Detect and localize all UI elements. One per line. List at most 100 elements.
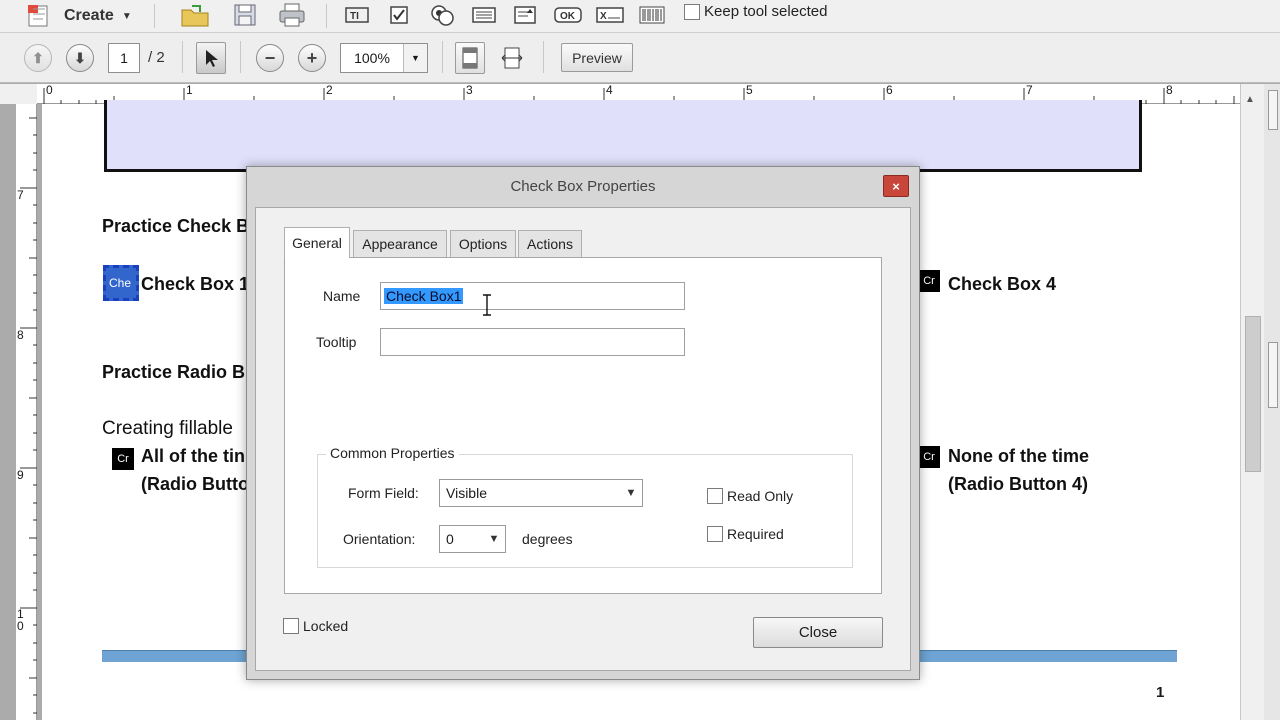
dropdown-tool[interactable] (512, 2, 540, 28)
practice-radio-heading: Practice Radio B (102, 362, 246, 382)
checkbox4-field[interactable]: Cr (918, 270, 940, 292)
tab-options[interactable]: Options (450, 230, 516, 257)
barcode-tool[interactable] (636, 2, 668, 28)
button-tool[interactable]: OK (552, 2, 584, 28)
form-field-select[interactable]: Visible ▼ (439, 479, 643, 507)
tab-label: General (292, 235, 342, 251)
scroll-up-icon[interactable]: ▲ (1245, 94, 1255, 105)
degrees-label: degrees (522, 531, 573, 547)
arrow-down-icon: ⬇ (74, 49, 86, 66)
panel-handle[interactable] (1268, 90, 1278, 130)
select-tool-button[interactable] (196, 42, 226, 74)
toolbar-divider (442, 41, 443, 73)
radio-button-tool[interactable] (428, 2, 458, 28)
vertical-ruler: 7 8 9 1 0 (16, 104, 37, 720)
tab-general[interactable]: General (284, 227, 350, 258)
tab-appearance[interactable]: Appearance (353, 230, 447, 257)
ruler-label: 8 (1166, 83, 1173, 97)
digital-signature-icon: X (596, 7, 624, 23)
ruler-label: 3 (466, 83, 473, 97)
panel-handle[interactable] (1268, 342, 1278, 408)
toolbar-divider (154, 4, 155, 28)
close-button[interactable]: Close (753, 617, 883, 648)
fit-width-button[interactable] (497, 42, 527, 74)
list-box-tool[interactable] (470, 2, 498, 28)
keep-tool-selected[interactable]: Keep tool selected (684, 3, 827, 20)
ruler-label: 7 (1026, 83, 1033, 97)
tab-label: Options (458, 236, 508, 252)
signature-tool[interactable]: X (594, 2, 626, 28)
left-gutter (0, 104, 16, 720)
chevron-down-icon[interactable]: ▼ (403, 44, 427, 72)
zoom-in-button[interactable]: + (298, 44, 326, 72)
toolbar-divider (326, 4, 327, 28)
preview-label: Preview (572, 49, 622, 66)
chevron-down-icon: ▼ (121, 10, 132, 22)
toolbar-divider (182, 41, 183, 73)
orientation-select[interactable]: 0 ▼ (439, 525, 506, 553)
checkbox-field-tag: Che (109, 276, 132, 290)
read-only-option[interactable]: Read Only (707, 488, 793, 504)
next-page-button[interactable]: ⬇ (66, 44, 94, 72)
zoom-select[interactable]: 100% ▼ (340, 43, 428, 73)
save-icon (234, 4, 256, 26)
selected-checkbox-field[interactable]: Che (103, 265, 139, 301)
ruler-label: 8 (17, 328, 24, 342)
text-field-tool[interactable]: TI (342, 2, 372, 28)
ruler-label: 6 (886, 83, 893, 97)
checkbox-icon (390, 6, 408, 24)
practice-checkbox-heading: Practice Check B (102, 216, 250, 236)
previous-page-button[interactable]: ⬆ (24, 44, 52, 72)
save-button[interactable] (228, 0, 262, 30)
common-properties-title: Common Properties (326, 445, 459, 461)
read-only-checkbox[interactable] (707, 488, 723, 504)
toolbar-divider (240, 41, 241, 73)
open-button[interactable] (178, 0, 212, 30)
page-number-input[interactable]: 1 (108, 43, 140, 73)
create-button[interactable]: Create ▼ (26, 2, 138, 30)
tab-actions[interactable]: Actions (518, 230, 582, 257)
ruler-label: 1 (186, 83, 193, 97)
name-input-value: Check Box1 (384, 288, 464, 304)
name-input[interactable]: Check Box1 (380, 282, 685, 310)
arrow-up-icon: ⬆ (32, 49, 44, 66)
barcode-icon (639, 6, 665, 24)
preview-button[interactable]: Preview (561, 43, 633, 72)
chevron-down-icon: ▼ (488, 533, 500, 545)
required-option[interactable]: Required (707, 526, 784, 542)
radio1-field[interactable]: Cr (112, 448, 134, 470)
page-total: / 2 (148, 49, 165, 66)
radio-icon (431, 5, 454, 26)
print-button[interactable] (275, 0, 309, 30)
text-cursor-icon (483, 294, 491, 316)
locked-checkbox[interactable] (283, 618, 299, 634)
general-tab-panel: Name Check Box1 Tooltip Common Propertie… (284, 257, 882, 594)
radio1-label-line2: (Radio Butto (141, 474, 249, 494)
tooltip-input[interactable] (380, 328, 685, 356)
svg-text:OK: OK (560, 11, 576, 22)
locked-option[interactable]: Locked (283, 618, 348, 634)
dialog-body: General Appearance Options Actions Name … (255, 207, 911, 671)
scrollbar-thumb[interactable] (1245, 316, 1261, 472)
radio4-field[interactable]: Cr (918, 446, 940, 468)
tab-label: Actions (527, 236, 573, 252)
close-button-label: Close (798, 624, 838, 641)
required-checkbox[interactable] (707, 526, 723, 542)
checkbox4-label: Check Box 4 (948, 274, 1057, 294)
create-label: Create (64, 7, 114, 24)
vertical-scrollbar[interactable]: ▲ (1240, 84, 1264, 720)
dropdown-icon (514, 6, 536, 24)
zoom-out-button[interactable]: − (256, 44, 284, 72)
print-icon (279, 3, 305, 27)
locked-label: Locked (303, 618, 349, 634)
fit-page-button[interactable] (455, 42, 485, 74)
check-box-properties-dialog: Check Box Properties × General Appearanc… (246, 166, 920, 680)
fit-page-icon (462, 47, 478, 69)
read-only-label: Read Only (727, 488, 794, 504)
dialog-close-button[interactable]: × (883, 175, 909, 197)
right-side-panel (1264, 84, 1280, 720)
close-icon: × (892, 178, 900, 194)
keep-tool-checkbox[interactable] (684, 3, 700, 20)
chevron-down-icon: ▼ (625, 487, 637, 499)
check-box-tool[interactable] (386, 2, 412, 28)
